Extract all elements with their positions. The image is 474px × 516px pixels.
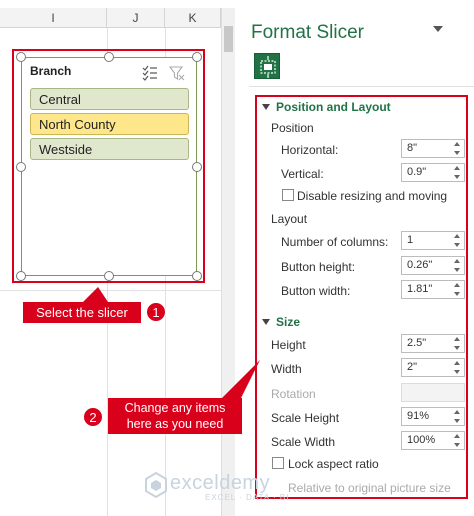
multi-select-icon[interactable] bbox=[142, 65, 158, 81]
slicer-item-westside[interactable]: Westside bbox=[30, 138, 189, 160]
collapse-triangle-icon bbox=[262, 104, 270, 110]
number-of-columns-input[interactable]: 1 bbox=[401, 231, 465, 250]
vertical-label: Vertical: bbox=[281, 167, 324, 181]
slicer-title: Branch bbox=[30, 64, 72, 78]
callout-change-items: Change any items here as you need bbox=[108, 398, 242, 434]
resize-handle-middle-left[interactable] bbox=[16, 162, 26, 172]
resize-handle-top-right[interactable] bbox=[192, 52, 202, 62]
spinner-arrows[interactable] bbox=[454, 258, 462, 273]
scrollbar-thumb[interactable] bbox=[224, 26, 233, 52]
width-label: Width bbox=[271, 362, 302, 376]
step-badge-2: 2 bbox=[83, 407, 103, 427]
branch-slicer[interactable]: Branch Central North County Westside bbox=[21, 57, 197, 276]
number-of-columns-label: Number of columns: bbox=[281, 235, 389, 249]
rotation-input bbox=[401, 383, 465, 402]
horizontal-label: Horizontal: bbox=[281, 143, 339, 157]
grid-line bbox=[0, 290, 221, 291]
spinner-arrows[interactable] bbox=[454, 409, 462, 424]
column-header-k[interactable]: K bbox=[165, 8, 221, 28]
lock-aspect-ratio-checkbox[interactable] bbox=[272, 457, 284, 469]
button-height-input[interactable]: 0.26" bbox=[401, 256, 465, 275]
scale-width-input[interactable]: 100% bbox=[401, 431, 465, 450]
width-input[interactable]: 2" bbox=[401, 358, 465, 377]
vertical-scrollbar[interactable] bbox=[221, 8, 235, 516]
clear-filter-icon[interactable] bbox=[169, 65, 185, 81]
resize-handle-bottom-left[interactable] bbox=[16, 271, 26, 281]
resize-handle-top-middle[interactable] bbox=[104, 52, 114, 62]
spinner-arrows[interactable] bbox=[454, 360, 462, 375]
disable-resizing-label: Disable resizing and moving bbox=[297, 189, 448, 203]
resize-handle-bottom-right[interactable] bbox=[192, 271, 202, 281]
resize-handle-bottom-middle[interactable] bbox=[104, 271, 114, 281]
height-input[interactable]: 2.5" bbox=[401, 334, 465, 353]
position-label: Position bbox=[271, 121, 314, 135]
column-header-j[interactable]: J bbox=[107, 8, 165, 28]
watermark-tagline: EXCEL · DATA · BI bbox=[205, 493, 290, 502]
spinner-arrows[interactable] bbox=[454, 165, 462, 180]
watermark-brand: exceldemy bbox=[170, 472, 271, 494]
resize-handle-middle-right[interactable] bbox=[192, 162, 202, 172]
size-header[interactable]: Size bbox=[262, 315, 300, 329]
size-properties-tab-icon[interactable] bbox=[254, 53, 280, 79]
scale-height-label: Scale Height bbox=[271, 411, 340, 425]
button-height-label: Button height: bbox=[281, 260, 356, 274]
callout-select-slicer: Select the slicer bbox=[23, 302, 141, 323]
relative-to-original-label: Relative to original picture size bbox=[288, 481, 451, 495]
spinner-arrows[interactable] bbox=[454, 336, 462, 351]
step-badge-1: 1 bbox=[146, 302, 166, 322]
collapse-triangle-icon bbox=[262, 319, 270, 325]
resize-handle-top-left[interactable] bbox=[16, 52, 26, 62]
layout-label: Layout bbox=[271, 212, 308, 226]
column-header-i[interactable]: I bbox=[0, 8, 107, 28]
spinner-arrows[interactable] bbox=[454, 233, 462, 248]
exceldemy-logo-icon bbox=[145, 472, 167, 498]
slicer-item-central[interactable]: Central bbox=[30, 88, 189, 110]
height-label: Height bbox=[271, 338, 306, 352]
spinner-arrows[interactable] bbox=[454, 433, 462, 448]
rotation-label: Rotation bbox=[271, 387, 316, 401]
lock-aspect-ratio-label: Lock aspect ratio bbox=[288, 457, 379, 471]
disable-resizing-checkbox[interactable] bbox=[282, 189, 294, 201]
pane-title: Format Slicer bbox=[251, 22, 364, 43]
pane-options-dropdown-icon[interactable] bbox=[433, 26, 443, 32]
vertical-input[interactable]: 0.9" bbox=[401, 163, 465, 182]
button-width-label: Button width: bbox=[281, 284, 351, 298]
scale-width-label: Scale Width bbox=[271, 435, 336, 449]
pane-tab-divider bbox=[249, 86, 474, 87]
position-layout-header[interactable]: Position and Layout bbox=[262, 100, 391, 114]
scale-height-input[interactable]: 91% bbox=[401, 407, 465, 426]
horizontal-input[interactable]: 8" bbox=[401, 139, 465, 158]
button-width-input[interactable]: 1.81" bbox=[401, 280, 465, 299]
spinner-arrows[interactable] bbox=[454, 282, 462, 297]
slicer-item-north-county[interactable]: North County bbox=[30, 113, 189, 135]
spinner-arrows[interactable] bbox=[454, 141, 462, 156]
